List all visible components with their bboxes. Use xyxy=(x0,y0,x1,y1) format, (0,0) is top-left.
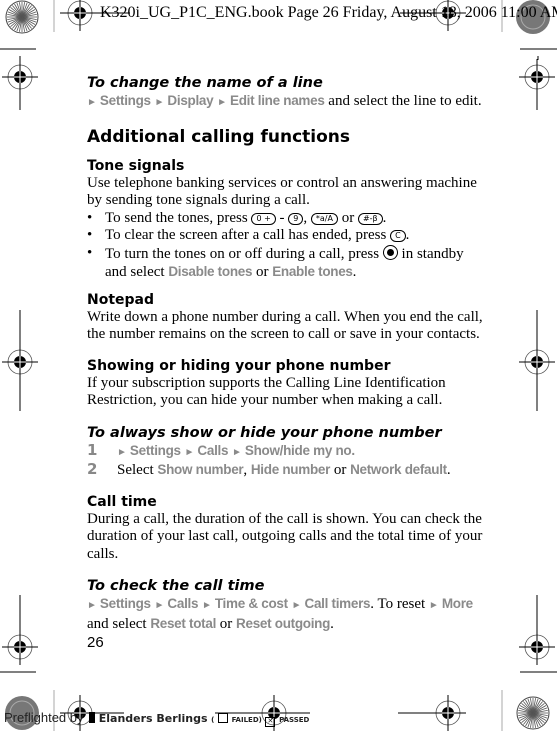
arrow-icon: ► xyxy=(154,97,165,108)
arrow-icon: ► xyxy=(201,600,212,611)
page-content: To change the name of a line ► Settings ►… xyxy=(87,74,487,633)
show-hide-body: If your subscription supports the Callin… xyxy=(87,374,446,409)
menu-more: More xyxy=(441,596,473,611)
crosshair-icon xyxy=(519,629,555,665)
crosshair-icon xyxy=(62,0,98,31)
starburst-icon-bottom-right xyxy=(516,696,550,730)
list-item: To clear the screen after a call has end… xyxy=(87,227,487,245)
heading-always-show-hide: To always show or hide your phone number xyxy=(87,424,442,441)
failed-label: FAILED xyxy=(231,716,259,724)
menu-settings: Settings xyxy=(99,93,151,108)
crosshair-icon xyxy=(2,59,38,95)
arrow-icon: ► xyxy=(428,600,439,611)
center-select-key-icon xyxy=(382,244,398,260)
menu-display: Display xyxy=(167,93,214,108)
tone-signals-body: Use telephone banking services or contro… xyxy=(87,174,477,209)
arrow-icon: ► xyxy=(217,97,227,108)
arrow-icon: ► xyxy=(87,600,97,611)
menu-hide-number: Hide number xyxy=(250,462,331,477)
heading-call-time: Call time xyxy=(87,493,157,510)
page-number: 26 xyxy=(87,634,104,651)
preflight-footer: Preflighted by Elanders Berlings ( FAILE… xyxy=(4,710,310,727)
crosshair-icon xyxy=(430,695,466,731)
step-number: 2 xyxy=(87,460,98,478)
passed-checkbox: ✕ xyxy=(265,717,276,727)
change-line-name-instructions: ► Settings ► Display ► Edit line names and … xyxy=(87,93,482,109)
heading-show-hide-number: Showing or hiding your phone number xyxy=(87,357,391,374)
failed-checkbox xyxy=(217,713,228,723)
list-item: 1 ► Settings ► Calls ► Show/hide my no. xyxy=(87,440,487,462)
passed-label: PASSED xyxy=(279,716,310,724)
preflighted-by-label: Preflighted by xyxy=(4,710,84,725)
menu-network-default: Network default xyxy=(350,462,447,477)
arrow-icon: ► xyxy=(291,600,302,611)
key-0-icon: 0 + xyxy=(251,212,276,225)
arrow-icon: ► xyxy=(154,600,165,611)
arrow-icon: ► xyxy=(87,97,97,108)
heading-check-call-time: To check the call time xyxy=(87,578,265,594)
list-item: To turn the tones on or off during a cal… xyxy=(87,244,487,282)
crosshair-icon xyxy=(519,59,555,95)
elanders-logo-icon xyxy=(89,712,96,723)
crosshair-icon xyxy=(2,629,38,665)
notepad-body: Write down a phone number during a call.… xyxy=(87,308,483,343)
arrow-icon: ► xyxy=(184,446,195,458)
key-hash-icon: #-β xyxy=(357,212,383,225)
step-number: 1 xyxy=(87,440,98,459)
key-9-icon: 9 xyxy=(288,212,304,225)
key-star-icon: *a/A xyxy=(310,212,338,225)
menu-disable-tones: Disable tones xyxy=(168,264,253,279)
brand-name: Elanders Berlings xyxy=(98,712,208,725)
menu-show-hide-my-no: Show/hide my no. xyxy=(244,442,355,458)
heading-tone-signals: Tone signals xyxy=(87,157,185,174)
menu-enable-tones: Enable tones xyxy=(272,264,353,279)
menu-calls: Calls xyxy=(167,596,199,611)
menu-reset-total: Reset total xyxy=(150,615,217,631)
menu-time-cost: Time & cost xyxy=(214,596,288,611)
always-show-hide-steps: 1 ► Settings ► Calls ► Show/hide my no. 2 S… xyxy=(87,440,487,480)
list-item: 2 Select Show number, Hide number or Net… xyxy=(87,460,451,478)
menu-calls: Calls xyxy=(197,442,229,458)
print-slug: K320i_UG_P1C_ENG.book Page 26 Friday, Au… xyxy=(100,4,557,21)
heading-notepad: Notepad xyxy=(87,291,155,308)
key-c-icon: C xyxy=(390,230,406,242)
check-call-time-instructions: ► Settings ► Calls ► Time & cost ► Call time… xyxy=(87,596,473,632)
menu-show-number: Show number xyxy=(157,462,244,477)
arrow-icon: ► xyxy=(231,446,242,458)
menu-reset-outgoing: Reset outgoing xyxy=(236,615,331,631)
crosshair-icon xyxy=(519,344,555,380)
call-time-body: During a call, the duration of the call … xyxy=(87,510,483,562)
tone-signals-list: To send the tones, press 0 + - 9, *a/A o… xyxy=(87,210,487,282)
heading-additional-calling-functions: Additional calling functions xyxy=(87,126,351,147)
menu-settings: Settings xyxy=(99,596,151,611)
heading-change-line-name: To change the name of a line xyxy=(87,75,323,91)
menu-call-timers: Call timers xyxy=(304,596,371,611)
list-item: To send the tones, press 0 + - 9, *a/A o… xyxy=(87,210,487,228)
menu-edit-line-names: Edit line names xyxy=(230,93,325,108)
arrow-icon: ► xyxy=(117,446,127,458)
crosshair-icon xyxy=(2,344,38,380)
menu-settings: Settings xyxy=(129,442,181,458)
starburst-icon-top-left xyxy=(5,0,39,34)
